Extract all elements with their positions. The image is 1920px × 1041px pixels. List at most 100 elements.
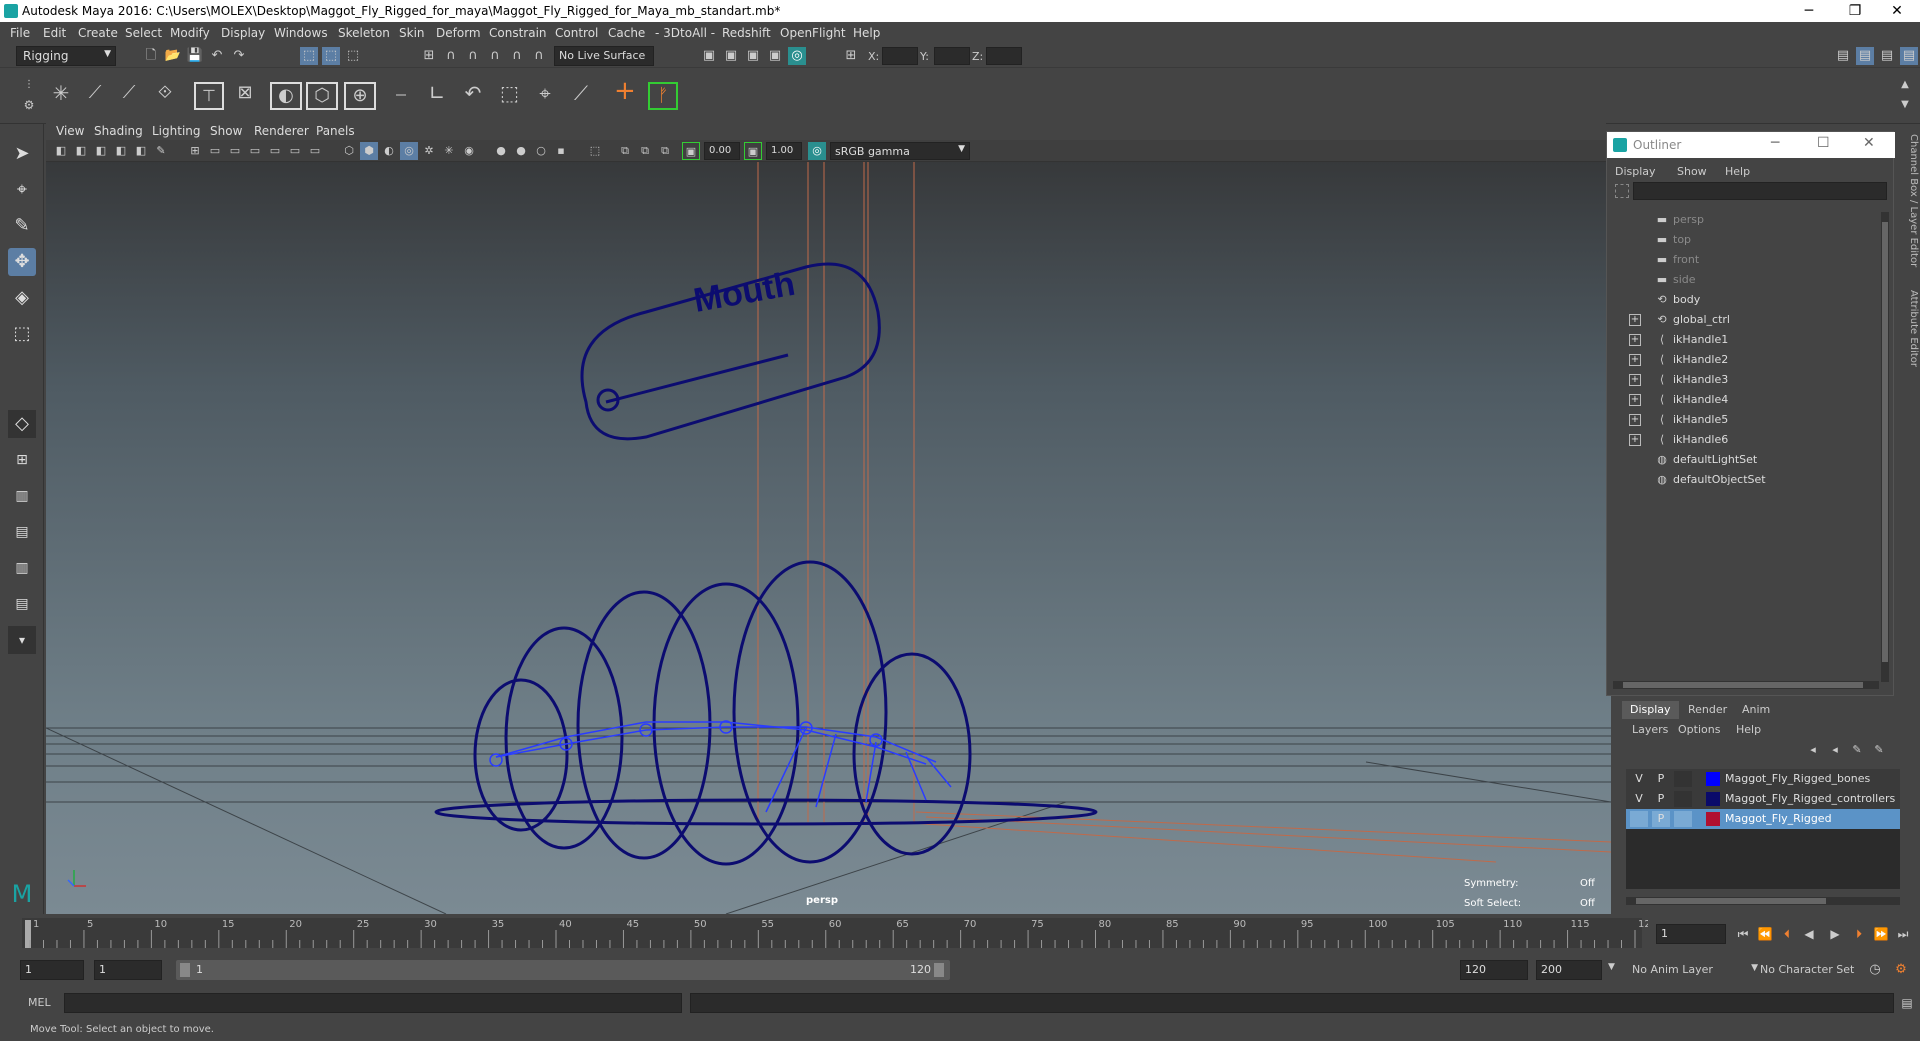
safe-action-icon[interactable]: ▭ <box>286 142 304 160</box>
channel-box-tab[interactable]: Channel Box / Layer Editor <box>1908 134 1919 267</box>
playback-end-field[interactable]: 120 <box>1460 960 1528 980</box>
lattice-icon[interactable]: ⊠ <box>236 84 254 102</box>
layer-playback-toggle[interactable]: P <box>1652 771 1670 787</box>
resolution-gate-icon[interactable]: ▭ <box>226 142 244 160</box>
step-forward-key-icon[interactable]: ⏩ <box>1872 925 1890 943</box>
render-view-icon[interactable]: ▣ <box>700 47 718 65</box>
persp-outliner-layout-icon[interactable]: ▥ <box>8 482 36 510</box>
ik-spline-icon[interactable]: ⟋ <box>120 84 138 102</box>
persp-graph-layout-icon[interactable]: ▤ <box>8 518 36 546</box>
outliner-item[interactable]: + ⟨ ikHandle4 <box>1607 390 1877 410</box>
screen-space-ao-icon[interactable]: ● <box>492 142 510 160</box>
view-transform-dropdown[interactable]: sRGB gamma ▼ <box>830 142 970 160</box>
shelf-scroll-up-icon[interactable]: ▲ <box>1896 76 1914 94</box>
outliner-item[interactable]: ▬ top <box>1607 230 1877 250</box>
anim-layer-dropdown[interactable]: No Anim Layer ▼ <box>1628 960 1758 980</box>
parent-constraint-icon[interactable]: ⌖ <box>536 83 554 103</box>
live-surface-field[interactable]: No Live Surface <box>554 46 654 66</box>
menuset-dropdown[interactable]: Rigging ▼ <box>16 46 116 66</box>
channel-box-toggle-icon[interactable]: ▤ <box>1900 47 1918 65</box>
layer-tab-anim[interactable]: Anim <box>1734 701 1778 719</box>
menu-modify[interactable]: Modify <box>170 26 210 40</box>
wireframe-on-shaded-icon[interactable]: ◎ <box>400 142 418 160</box>
render-frame-icon[interactable]: ▣ <box>722 47 740 65</box>
redo-icon[interactable]: ↷ <box>230 47 248 65</box>
snap-curve-icon[interactable]: ∩ <box>442 47 460 65</box>
exposure-icon[interactable]: ▣ <box>682 142 700 160</box>
layer-display-type-toggle[interactable] <box>1674 771 1692 787</box>
scale-tool-icon[interactable]: ⬚ <box>8 320 36 348</box>
tool-settings-icon[interactable]: ▤ <box>1878 47 1896 65</box>
xray-active-icon[interactable]: ⧉ <box>636 142 654 160</box>
xray-icon[interactable]: ⧉ <box>616 142 634 160</box>
restore-button[interactable]: ❐ <box>1832 0 1878 22</box>
paint-weights-icon[interactable]: ⊕ <box>344 82 376 110</box>
outliner-minimize-button[interactable]: ─ <box>1771 135 1779 151</box>
chevron-down-icon[interactable]: ▼ <box>1608 962 1615 972</box>
perspective-viewport[interactable]: Mouth persp Symmetry: Off Soft Select: O… <box>46 162 1611 914</box>
layer-row[interactable]: P Maggot_Fly_Rigged <box>1626 809 1900 829</box>
paint-select-icon[interactable]: ✎ <box>8 212 36 240</box>
use-all-lights-icon[interactable]: ✳ <box>440 142 458 160</box>
menu-openflight[interactable]: OpenFlight <box>780 26 846 40</box>
outliner-item[interactable]: + ⟨ ikHandle3 <box>1607 370 1877 390</box>
menu-3dtoall[interactable]: - 3DtoAll - <box>655 26 715 40</box>
outliner-hscroll-thumb[interactable] <box>1623 682 1863 688</box>
layer-color-swatch[interactable] <box>1706 812 1720 826</box>
make-live-icon[interactable]: ∩ <box>508 47 526 65</box>
camera-attributes-icon[interactable]: ◧ <box>72 142 90 160</box>
z-field[interactable] <box>986 47 1022 65</box>
aim-constraint-icon[interactable]: ∟ <box>428 83 446 103</box>
safe-title-icon[interactable]: ▭ <box>306 142 324 160</box>
outliner-item[interactable]: + ⟨ ikHandle2 <box>1607 350 1877 370</box>
layer-color-swatch[interactable] <box>1706 792 1720 806</box>
menu-skeleton[interactable]: Skeleton <box>338 26 390 40</box>
snap-point-icon[interactable]: ∩ <box>464 47 482 65</box>
wireframe-icon[interactable]: ⬡ <box>340 142 358 160</box>
select-camera-icon[interactable]: ◧ <box>52 142 70 160</box>
range-start-handle[interactable] <box>180 963 190 977</box>
bookmark-icon[interactable]: ◧ <box>92 142 110 160</box>
layer-row[interactable]: V P Maggot_Fly_Rigged_bones <box>1626 769 1900 789</box>
outliner-menu-help[interactable]: Help <box>1725 165 1750 178</box>
select-by-hierarchy-icon[interactable]: ⬚ <box>300 47 318 65</box>
menu-help[interactable]: Help <box>853 26 880 40</box>
field-chart-icon[interactable]: ▭ <box>266 142 284 160</box>
outliner-filter-icon[interactable] <box>1615 184 1629 198</box>
play-backward-icon[interactable]: ◀ <box>1800 925 1818 943</box>
expand-icon[interactable]: + <box>1629 394 1641 406</box>
pole-vector-icon[interactable]: ⟋ <box>572 83 590 103</box>
viewport-menu-lighting[interactable]: Lighting <box>152 124 201 138</box>
rigid-bind-icon[interactable]: ⬡ <box>306 82 338 110</box>
shelf-scroll-down-icon[interactable]: ▼ <box>1896 96 1914 114</box>
joint-tool-icon[interactable]: ✳ <box>52 83 70 103</box>
move-tool-icon[interactable]: ✥ <box>8 248 36 276</box>
menu-file[interactable]: File <box>10 26 30 40</box>
animation-preferences-icon[interactable]: ⚙ <box>1892 961 1910 979</box>
hypershade-layout-icon[interactable]: ▥ <box>8 554 36 582</box>
layer-color-swatch[interactable] <box>1706 772 1720 786</box>
outliner-item[interactable]: + ⟲ global_ctrl <box>1607 310 1877 330</box>
use-default-material-icon[interactable]: ◐ <box>380 142 398 160</box>
gate-mask-icon[interactable]: ▭ <box>246 142 264 160</box>
viewport-menu-shading[interactable]: Shading <box>94 124 143 138</box>
menu-windows[interactable]: Windows <box>274 26 328 40</box>
new-layer-from-selection-icon[interactable]: ✎ <box>1870 741 1888 759</box>
orient-constraint-icon[interactable]: ↶ <box>464 83 482 103</box>
layer-menu-layers[interactable]: Layers <box>1632 723 1668 736</box>
hypershade-icon[interactable]: ◎ <box>788 47 806 65</box>
layer-tab-display[interactable]: Display <box>1622 701 1679 719</box>
animation-start-field[interactable]: 1 <box>20 960 84 980</box>
animation-end-field[interactable]: 200 <box>1536 960 1602 980</box>
isolate-select-icon[interactable]: ⬚ <box>586 142 604 160</box>
transform-input-icon[interactable]: ⊞ <box>842 47 860 65</box>
new-scene-icon[interactable]: 🗋 <box>142 47 160 65</box>
move-layer-up-icon[interactable]: ◂ <box>1804 741 1822 759</box>
outliner-menu-show[interactable]: Show <box>1677 165 1707 178</box>
motion-blur-icon[interactable]: ● <box>512 142 530 160</box>
menu-select[interactable]: Select <box>125 26 162 40</box>
time-ruler[interactable]: 1 5 10 15 20 25 30 35 40 45 50 55 60 65 70 75 80 85 90 95 10… <box>0 914 1648 950</box>
textured-icon[interactable]: ✲ <box>420 142 438 160</box>
layer-playback-toggle[interactable]: P <box>1652 791 1670 807</box>
outliner-scroll-thumb[interactable] <box>1882 222 1888 662</box>
